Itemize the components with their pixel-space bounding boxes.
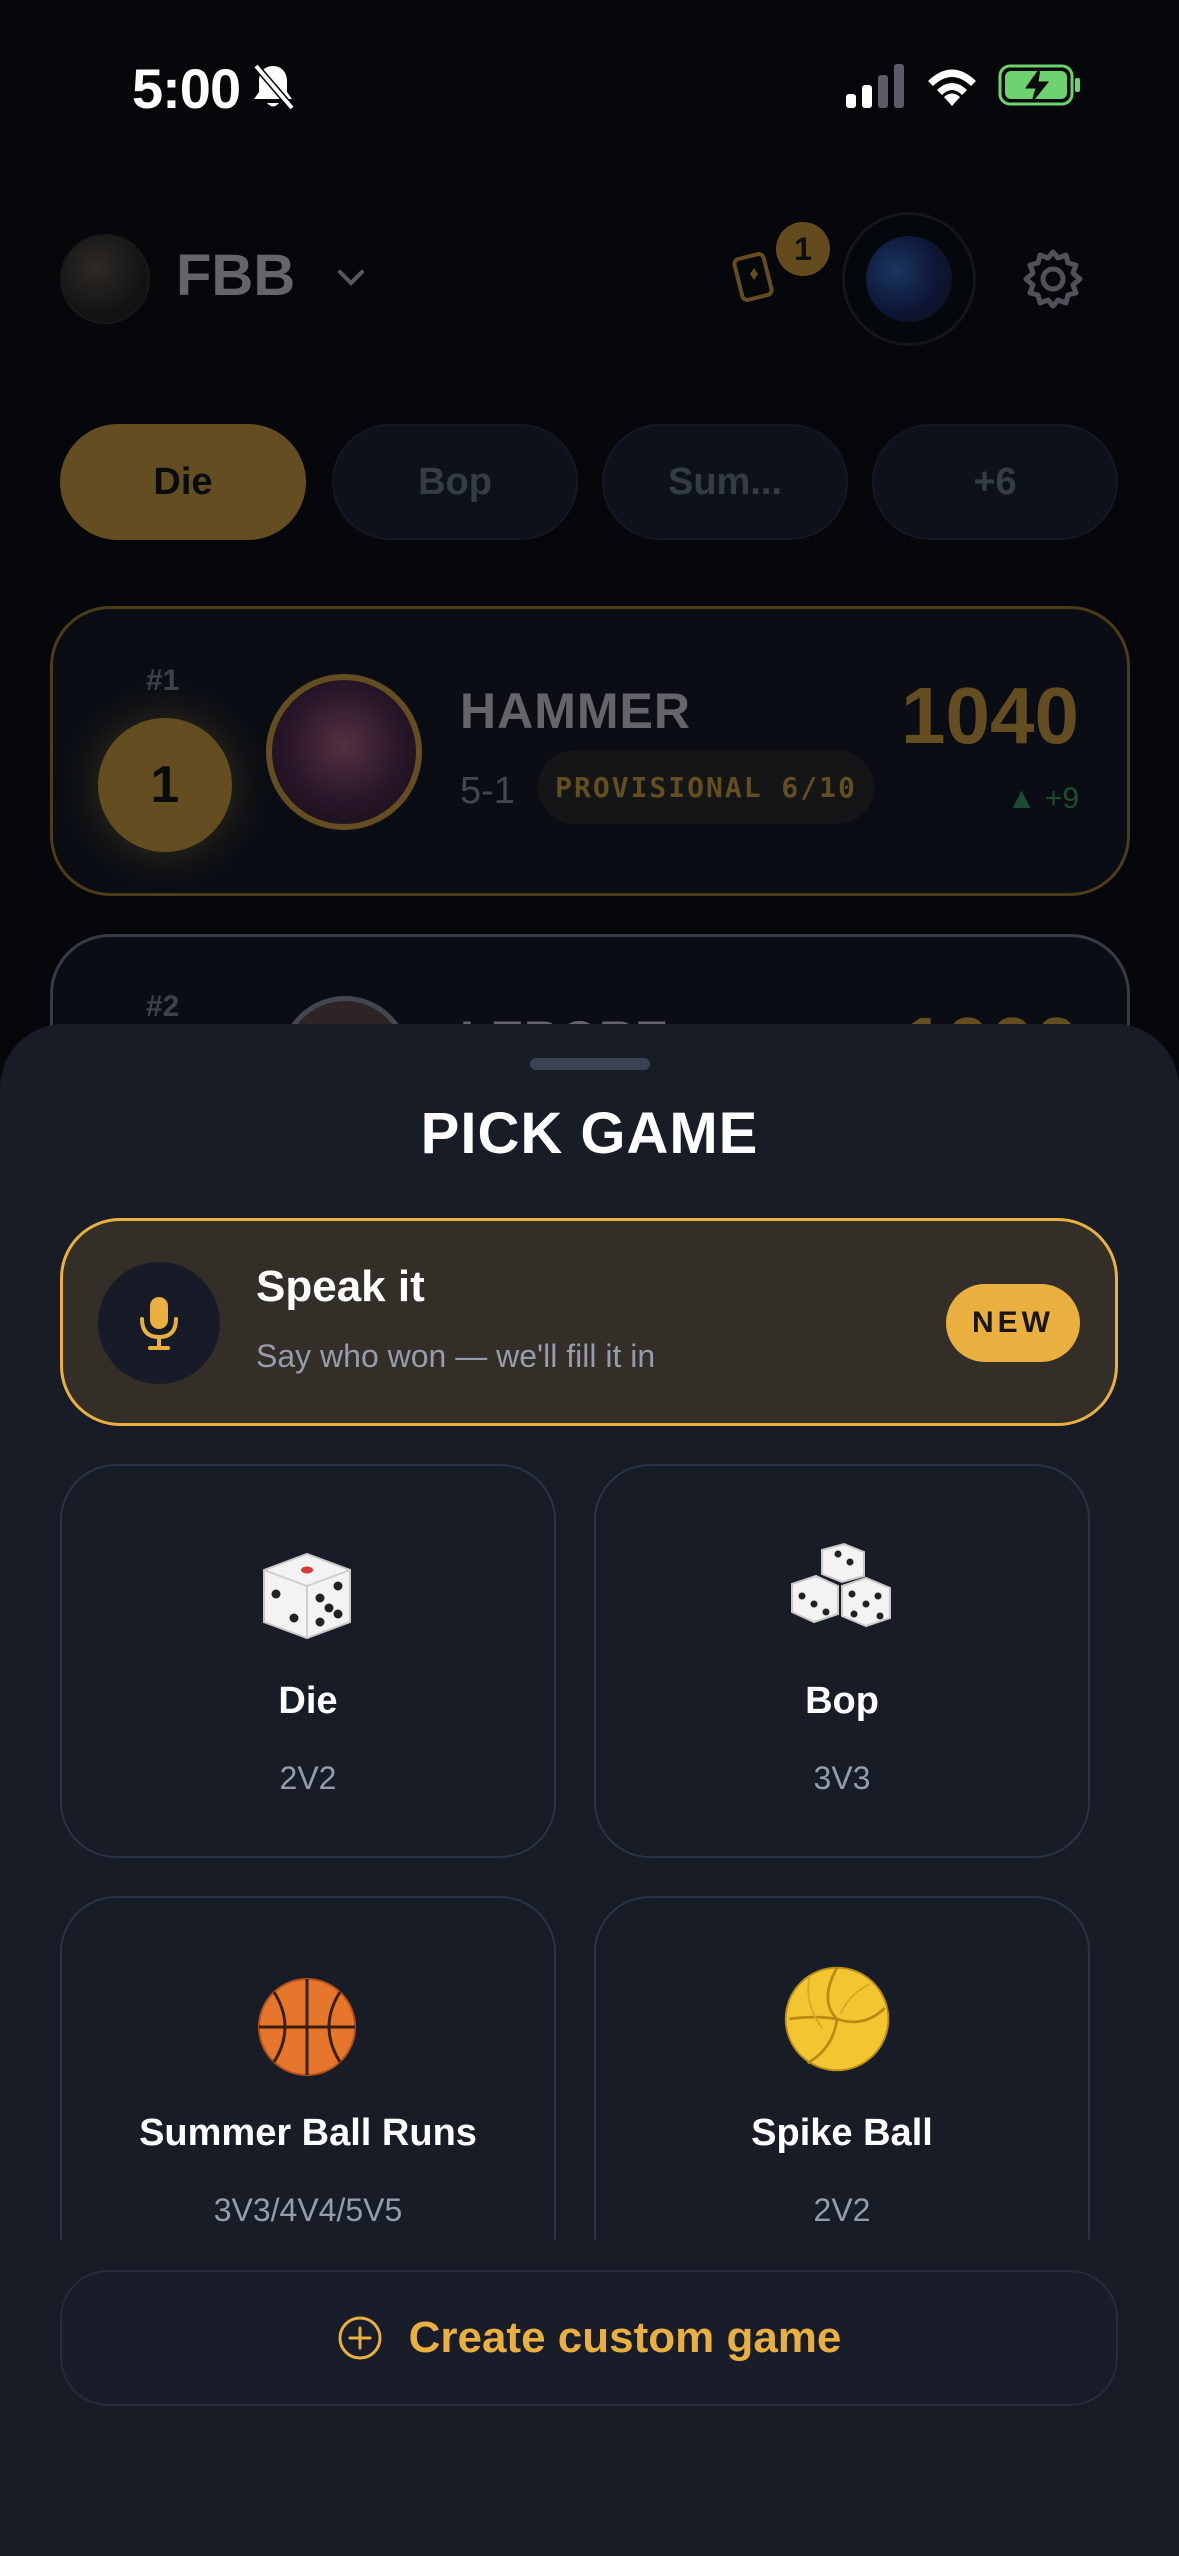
microphone-icon <box>140 1297 178 1350</box>
sheet-handle[interactable] <box>530 1058 650 1070</box>
bell-slash-icon <box>253 63 295 111</box>
tab-more[interactable]: +6 <box>872 424 1118 540</box>
new-badge: NEW <box>946 1284 1080 1362</box>
game-mode: 3V3/4V4/5V5 <box>213 2192 403 2228</box>
game-name: Die <box>278 1680 338 1722</box>
tab-summer[interactable]: Sum... <box>602 424 848 540</box>
game-name: Summer Ball Runs <box>139 2112 477 2154</box>
profile-avatar <box>866 236 952 322</box>
player-elo: 1040 <box>901 671 1079 760</box>
die-icon <box>263 1552 351 1640</box>
create-custom-game-button[interactable]: Create custom game <box>60 2270 1118 2406</box>
game-card-die[interactable] <box>60 1464 556 1858</box>
game-name: Bop <box>805 1680 879 1722</box>
sheet-title: PICK GAME <box>420 1101 759 1166</box>
tab-die[interactable]: Die <box>60 424 306 540</box>
group-avatar[interactable] <box>60 234 150 324</box>
speak-title: Speak it <box>256 1262 425 1311</box>
signal-icon <box>846 64 904 108</box>
game-card-summer-ball-runs[interactable] <box>60 1896 556 2290</box>
rank-label: #1 <box>146 664 180 697</box>
gear-icon[interactable] <box>1020 246 1086 312</box>
player-avatar <box>266 674 422 830</box>
rank-label: #2 <box>146 990 180 1023</box>
game-mode: 2V2 <box>279 1760 337 1796</box>
rank-medal: 1 <box>98 718 232 852</box>
player-record: 5-1 <box>460 770 515 812</box>
volleyball-icon <box>784 1966 890 2072</box>
create-custom-game-label: Create custom game <box>408 2313 842 2362</box>
elo-delta: ▲ +9 <box>1006 782 1079 815</box>
battery-charging-icon <box>998 64 1080 106</box>
plus-circle-icon <box>338 2316 382 2360</box>
mic-button <box>98 1262 220 1384</box>
chevron-down-icon[interactable] <box>334 262 368 292</box>
status-badge: PROVISIONAL 6/10 <box>538 750 874 824</box>
speak-subtitle: Say who won — we'll fill it in <box>256 1338 656 1374</box>
wifi-icon <box>928 69 976 106</box>
notification-badge: 1 <box>776 222 830 276</box>
basketball-icon <box>258 1978 356 2076</box>
game-card-spike-ball[interactable] <box>594 1896 1090 2290</box>
dice-icon <box>791 1542 891 1628</box>
game-name: Spike Ball <box>751 2112 933 2154</box>
tab-bop[interactable]: Bop <box>332 424 578 540</box>
player-name: HAMMER <box>460 683 691 739</box>
group-name[interactable]: FBB <box>176 242 295 309</box>
game-mode: 2V2 <box>813 2192 871 2228</box>
status-time: 5:00 <box>132 57 241 120</box>
game-mode: 3V3 <box>813 1760 871 1796</box>
game-card-bop[interactable] <box>594 1464 1090 1858</box>
